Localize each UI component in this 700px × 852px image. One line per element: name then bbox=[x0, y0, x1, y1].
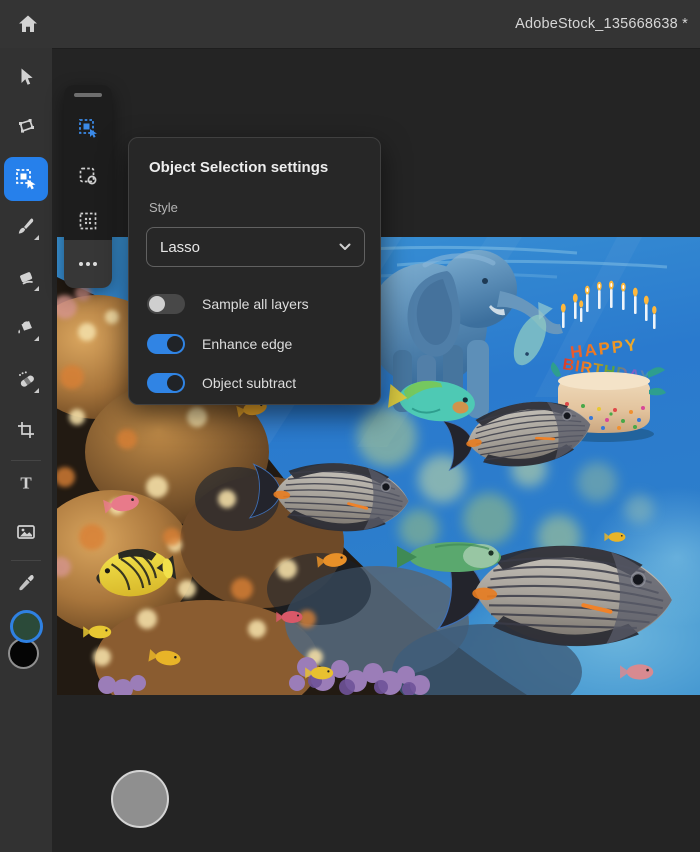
sample-all-layers-toggle[interactable] bbox=[147, 294, 185, 314]
toggle-row-sample-all-layers: Sample all layers bbox=[147, 293, 309, 315]
move-icon bbox=[14, 65, 38, 89]
eraser-tool[interactable] bbox=[12, 264, 40, 292]
svg-text:T: T bbox=[20, 474, 32, 493]
style-label: Style bbox=[149, 200, 178, 215]
object-selection-tool[interactable] bbox=[4, 157, 48, 201]
style-dropdown[interactable]: Lasso bbox=[146, 227, 365, 267]
type-tool[interactable]: T bbox=[12, 469, 40, 497]
document-title: AdobeStock_135668638 * bbox=[515, 0, 688, 48]
toggle-row-object-subtract: Object subtract bbox=[147, 372, 296, 394]
lasso-tool[interactable] bbox=[12, 113, 40, 141]
image-icon bbox=[14, 520, 38, 544]
magic-wand-icon bbox=[76, 209, 100, 233]
toggle-label: Enhance edge bbox=[202, 336, 292, 352]
toggle-knob bbox=[167, 336, 183, 352]
object-selection-settings-panel: Object Selection settings Style Lasso Sa… bbox=[128, 137, 381, 405]
foreground-color-swatch[interactable] bbox=[10, 610, 43, 643]
panel-title: Object Selection settings bbox=[149, 159, 328, 176]
enhance-edge-toggle[interactable] bbox=[147, 334, 185, 354]
ellipsis-icon bbox=[79, 262, 83, 266]
quick-selection-icon bbox=[76, 164, 100, 188]
toolbar-divider bbox=[11, 560, 41, 561]
type-icon: T bbox=[14, 471, 38, 495]
photoshop-window: AdobeStock_135668638 * bbox=[0, 0, 700, 852]
object-selection-icon bbox=[76, 116, 100, 140]
tool-bar: T bbox=[0, 48, 52, 852]
eyedropper-icon bbox=[14, 571, 38, 595]
chevron-down-icon bbox=[339, 243, 351, 251]
style-dropdown-value: Lasso bbox=[160, 239, 339, 256]
toggle-row-enhance-edge: Enhance edge bbox=[147, 333, 292, 355]
home-button[interactable] bbox=[14, 10, 42, 38]
lasso-icon bbox=[14, 115, 38, 139]
place-image-tool[interactable] bbox=[12, 518, 40, 546]
brush-size-cursor bbox=[111, 770, 169, 828]
selection-tools-flyout bbox=[64, 85, 112, 288]
object-subtract-toggle[interactable] bbox=[147, 373, 185, 393]
object-selection-icon bbox=[13, 166, 39, 192]
top-bar: AdobeStock_135668638 * bbox=[0, 0, 700, 49]
flyout-quick-selection-tool[interactable] bbox=[76, 164, 100, 188]
drag-handle[interactable] bbox=[74, 93, 102, 97]
brush-tool[interactable] bbox=[12, 213, 40, 241]
flyout-magic-wand-tool[interactable] bbox=[76, 209, 100, 233]
tool-options-button[interactable] bbox=[64, 240, 112, 288]
home-icon bbox=[16, 12, 40, 36]
healing-brush-tool[interactable] bbox=[12, 366, 40, 394]
toggle-knob bbox=[167, 375, 183, 391]
toggle-label: Object subtract bbox=[202, 375, 296, 391]
eyedropper-tool[interactable] bbox=[12, 569, 40, 597]
paint-bucket-tool[interactable] bbox=[12, 314, 40, 342]
toggle-knob bbox=[149, 296, 165, 312]
move-tool[interactable] bbox=[12, 63, 40, 91]
toolbar-divider bbox=[11, 460, 41, 461]
crop-icon bbox=[14, 418, 38, 442]
crop-tool[interactable] bbox=[12, 416, 40, 444]
flyout-object-selection-tool[interactable] bbox=[76, 116, 100, 140]
flyout-tool-list bbox=[64, 85, 112, 240]
toggle-label: Sample all layers bbox=[202, 296, 309, 312]
flyout-indicator bbox=[34, 235, 39, 240]
